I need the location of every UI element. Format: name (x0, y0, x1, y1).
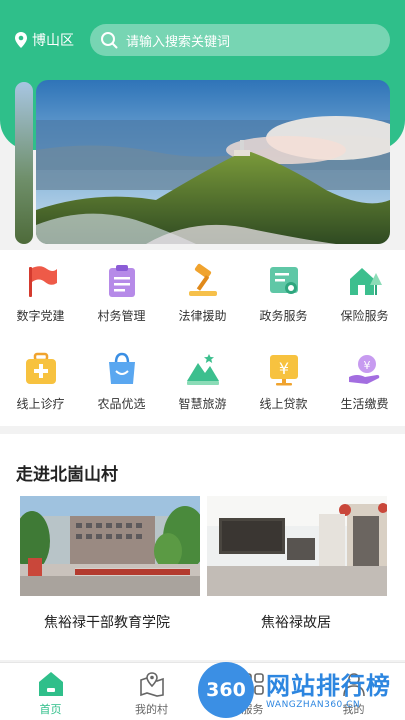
watermark-title: 网站排行榜 (266, 672, 391, 700)
service-government[interactable]: 政务服务 (243, 263, 324, 324)
service-utility-payment[interactable]: ¥ 生活缴费 (324, 351, 405, 412)
service-label: 线上贷款 (259, 397, 308, 411)
service-label: 法律援助 (178, 309, 227, 323)
shopping-bag-icon (108, 352, 135, 384)
service-insurance[interactable]: 保险服务 (324, 263, 405, 324)
service-label: 农品优选 (97, 397, 146, 411)
yen-board-icon: ¥ (269, 355, 298, 386)
house-tree-icon (349, 268, 382, 295)
service-legal-aid[interactable]: 法律援助 (162, 263, 243, 324)
watermark-badge: 360 (198, 662, 254, 718)
watermark-url: WANGZHAN360.CN (266, 700, 361, 710)
service-farm-products[interactable]: 农品优选 (81, 351, 162, 412)
home-icon (38, 672, 63, 696)
medical-kit-icon (25, 352, 56, 384)
service-label: 政务服务 (259, 309, 308, 323)
village-caption: 焦裕禄故居 (261, 615, 331, 631)
location-pin-icon (15, 32, 27, 48)
svg-text:¥: ¥ (278, 359, 288, 378)
village-section: 走进北崮山村 焦裕禄干部教育学院 焦裕禄故居 (0, 434, 405, 660)
services-row-1: 数字党建 村务管理 法律援助 政务服务 保险服务 (0, 263, 405, 324)
banner-mountain-image (36, 80, 390, 244)
search-placeholder: 请输入搜索关键词 (126, 34, 231, 50)
clipboard-icon (108, 265, 135, 297)
service-label: 保险服务 (340, 309, 389, 323)
service-label: 生活缴费 (340, 397, 389, 411)
banner-previous-slide[interactable] (15, 82, 33, 244)
red-flag-icon (28, 266, 57, 297)
college-building-image (20, 496, 200, 596)
village-photo-residence[interactable] (207, 496, 387, 596)
banner-carousel[interactable] (36, 80, 390, 244)
hand-coin-icon: ¥ (348, 355, 379, 384)
service-online-clinic[interactable]: 线上诊疗 (0, 351, 81, 412)
location-label: 博山区 (32, 33, 74, 49)
location-selector[interactable]: 博山区 (14, 30, 86, 50)
search-input[interactable]: 请输入搜索关键词 (90, 24, 390, 56)
map-location-icon (139, 672, 164, 697)
watermark-overlay: 360 网站排行榜 WANGZHAN360.CN (196, 658, 405, 720)
nav-label: 首页 (39, 703, 62, 716)
service-label: 村务管理 (97, 309, 146, 323)
service-label: 数字党建 (16, 309, 65, 323)
nav-home[interactable]: 首页 (0, 663, 101, 720)
search-icon (101, 32, 118, 49)
village-photo-college[interactable] (20, 496, 200, 596)
village-caption: 焦裕禄干部教育学院 (44, 615, 170, 631)
service-label: 线上诊疗 (16, 397, 65, 411)
services-row-2: 线上诊疗 农品优选 智慧旅游 ¥ 线上贷款 ¥ 生活缴费 (0, 351, 405, 412)
service-party-building[interactable]: 数字党建 (0, 263, 81, 324)
section-title: 走进北崮山村 (16, 465, 118, 485)
service-online-loan[interactable]: ¥ 线上贷款 (243, 351, 324, 412)
nav-my-village[interactable]: 我的村 (101, 663, 202, 720)
top-bar: 博山区 请输入搜索关键词 (0, 22, 405, 58)
service-smart-tourism[interactable]: 智慧旅游 (162, 351, 243, 412)
svg-text:¥: ¥ (363, 359, 370, 372)
service-village-affairs[interactable]: 村务管理 (81, 263, 162, 324)
mountain-icon (186, 354, 219, 385)
gavel-icon (188, 263, 217, 296)
nav-label: 我的村 (135, 703, 168, 716)
certificate-icon (269, 267, 298, 294)
service-label: 智慧旅游 (178, 397, 227, 411)
former-residence-image (207, 496, 387, 596)
